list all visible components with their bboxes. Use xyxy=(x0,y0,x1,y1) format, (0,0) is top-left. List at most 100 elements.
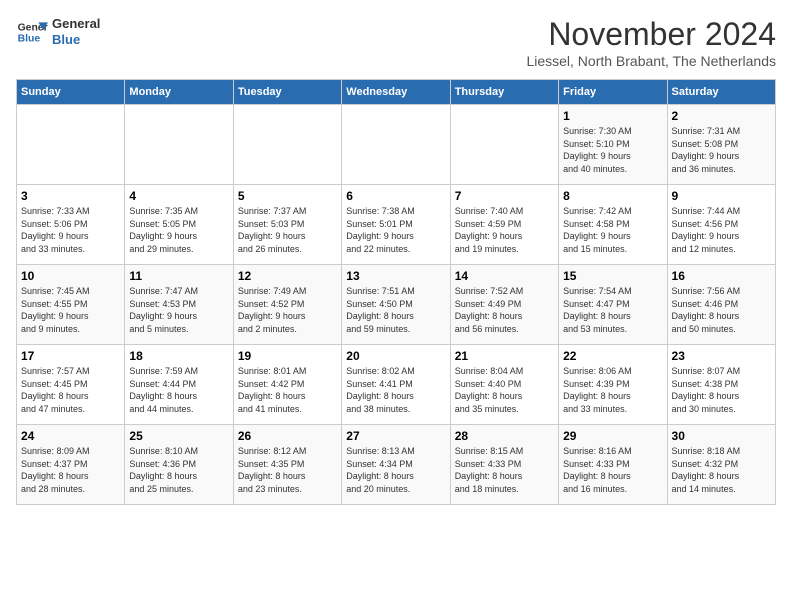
day-number: 8 xyxy=(563,189,662,203)
day-cell: 25 Sunrise: 8:10 AM Sunset: 4:36 PM Dayli… xyxy=(125,425,233,505)
header-sunday: Sunday xyxy=(17,80,125,105)
header-tuesday: Tuesday xyxy=(233,80,341,105)
day-info: Sunrise: 7:40 AM Sunset: 4:59 PM Dayligh… xyxy=(455,205,554,255)
day-number: 21 xyxy=(455,349,554,363)
day-number: 16 xyxy=(672,269,771,283)
day-info: Sunrise: 8:15 AM Sunset: 4:33 PM Dayligh… xyxy=(455,445,554,495)
day-cell: 8 Sunrise: 7:42 AM Sunset: 4:58 PM Daylig… xyxy=(559,185,667,265)
day-cell: 11 Sunrise: 7:47 AM Sunset: 4:53 PM Dayli… xyxy=(125,265,233,345)
day-number: 14 xyxy=(455,269,554,283)
week-row-0: 1 Sunrise: 7:30 AM Sunset: 5:10 PM Daylig… xyxy=(17,105,776,185)
day-info: Sunrise: 7:52 AM Sunset: 4:49 PM Dayligh… xyxy=(455,285,554,335)
day-number: 25 xyxy=(129,429,228,443)
day-info: Sunrise: 7:47 AM Sunset: 4:53 PM Dayligh… xyxy=(129,285,228,335)
day-number: 26 xyxy=(238,429,337,443)
day-number: 5 xyxy=(238,189,337,203)
day-info: Sunrise: 8:01 AM Sunset: 4:42 PM Dayligh… xyxy=(238,365,337,415)
day-info: Sunrise: 8:07 AM Sunset: 4:38 PM Dayligh… xyxy=(672,365,771,415)
day-number: 11 xyxy=(129,269,228,283)
day-info: Sunrise: 7:31 AM Sunset: 5:08 PM Dayligh… xyxy=(672,125,771,175)
day-number: 24 xyxy=(21,429,120,443)
day-info: Sunrise: 7:51 AM Sunset: 4:50 PM Dayligh… xyxy=(346,285,445,335)
day-number: 6 xyxy=(346,189,445,203)
day-number: 12 xyxy=(238,269,337,283)
day-cell: 30 Sunrise: 8:18 AM Sunset: 4:32 PM Dayli… xyxy=(667,425,775,505)
day-cell: 14 Sunrise: 7:52 AM Sunset: 4:49 PM Dayli… xyxy=(450,265,558,345)
day-number: 29 xyxy=(563,429,662,443)
header-wednesday: Wednesday xyxy=(342,80,450,105)
header-saturday: Saturday xyxy=(667,80,775,105)
day-cell xyxy=(17,105,125,185)
day-info: Sunrise: 8:13 AM Sunset: 4:34 PM Dayligh… xyxy=(346,445,445,495)
day-number: 23 xyxy=(672,349,771,363)
day-info: Sunrise: 8:12 AM Sunset: 4:35 PM Dayligh… xyxy=(238,445,337,495)
day-info: Sunrise: 7:49 AM Sunset: 4:52 PM Dayligh… xyxy=(238,285,337,335)
day-info: Sunrise: 7:37 AM Sunset: 5:03 PM Dayligh… xyxy=(238,205,337,255)
day-number: 30 xyxy=(672,429,771,443)
day-info: Sunrise: 7:44 AM Sunset: 4:56 PM Dayligh… xyxy=(672,205,771,255)
week-row-4: 24 Sunrise: 8:09 AM Sunset: 4:37 PM Dayli… xyxy=(17,425,776,505)
day-info: Sunrise: 7:38 AM Sunset: 5:01 PM Dayligh… xyxy=(346,205,445,255)
day-info: Sunrise: 8:04 AM Sunset: 4:40 PM Dayligh… xyxy=(455,365,554,415)
day-number: 3 xyxy=(21,189,120,203)
day-cell: 23 Sunrise: 8:07 AM Sunset: 4:38 PM Dayli… xyxy=(667,345,775,425)
day-cell: 20Sunrise: 8:02 AM Sunset: 4:41 PM Dayli… xyxy=(342,345,450,425)
day-info: Sunrise: 8:09 AM Sunset: 4:37 PM Dayligh… xyxy=(21,445,120,495)
title-area: November 2024 Liessel, North Brabant, Th… xyxy=(526,16,776,69)
day-cell: 1 Sunrise: 7:30 AM Sunset: 5:10 PM Daylig… xyxy=(559,105,667,185)
day-number: 18 xyxy=(129,349,228,363)
day-cell xyxy=(342,105,450,185)
day-number: 10 xyxy=(21,269,120,283)
svg-text:Blue: Blue xyxy=(18,34,41,45)
logo-line2: Blue xyxy=(52,32,100,48)
day-number: 15 xyxy=(563,269,662,283)
day-cell: 22Sunrise: 8:06 AM Sunset: 4:39 PM Dayli… xyxy=(559,345,667,425)
day-number: 7 xyxy=(455,189,554,203)
day-info: Sunrise: 7:54 AM Sunset: 4:47 PM Dayligh… xyxy=(563,285,662,335)
day-cell: 10 Sunrise: 7:45 AM Sunset: 4:55 PM Dayli… xyxy=(17,265,125,345)
day-cell: 26 Sunrise: 8:12 AM Sunset: 4:35 PM Dayli… xyxy=(233,425,341,505)
day-cell xyxy=(450,105,558,185)
day-cell: 15 Sunrise: 7:54 AM Sunset: 4:47 PM Dayli… xyxy=(559,265,667,345)
day-number: 27 xyxy=(346,429,445,443)
day-cell: 5 Sunrise: 7:37 AM Sunset: 5:03 PM Daylig… xyxy=(233,185,341,265)
day-info: Sunrise: 8:06 AM Sunset: 4:39 PM Dayligh… xyxy=(563,365,662,415)
day-cell: 3 Sunrise: 7:33 AM Sunset: 5:06 PM Daylig… xyxy=(17,185,125,265)
day-cell: 2 Sunrise: 7:31 AM Sunset: 5:08 PM Daylig… xyxy=(667,105,775,185)
header: General Blue General Blue November 2024 … xyxy=(16,16,776,69)
day-info: Sunrise: 8:18 AM Sunset: 4:32 PM Dayligh… xyxy=(672,445,771,495)
day-cell xyxy=(125,105,233,185)
day-info: Sunrise: 8:10 AM Sunset: 4:36 PM Dayligh… xyxy=(129,445,228,495)
week-row-2: 10 Sunrise: 7:45 AM Sunset: 4:55 PM Dayli… xyxy=(17,265,776,345)
week-row-3: 17Sunrise: 7:57 AM Sunset: 4:45 PM Dayli… xyxy=(17,345,776,425)
logo-line1: General xyxy=(52,16,100,32)
day-number: 28 xyxy=(455,429,554,443)
header-thursday: Thursday xyxy=(450,80,558,105)
day-info: Sunrise: 7:42 AM Sunset: 4:58 PM Dayligh… xyxy=(563,205,662,255)
day-cell: 7 Sunrise: 7:40 AM Sunset: 4:59 PM Daylig… xyxy=(450,185,558,265)
header-row: SundayMondayTuesdayWednesdayThursdayFrid… xyxy=(17,80,776,105)
day-info: Sunrise: 7:30 AM Sunset: 5:10 PM Dayligh… xyxy=(563,125,662,175)
day-number: 4 xyxy=(129,189,228,203)
day-cell: 21 Sunrise: 8:04 AM Sunset: 4:40 PM Dayli… xyxy=(450,345,558,425)
day-info: Sunrise: 7:56 AM Sunset: 4:46 PM Dayligh… xyxy=(672,285,771,335)
month-title: November 2024 xyxy=(526,16,776,53)
day-info: Sunrise: 8:16 AM Sunset: 4:33 PM Dayligh… xyxy=(563,445,662,495)
day-cell xyxy=(233,105,341,185)
day-cell: 6 Sunrise: 7:38 AM Sunset: 5:01 PM Daylig… xyxy=(342,185,450,265)
logo-icon: General Blue xyxy=(16,16,48,48)
day-info: Sunrise: 8:02 AM Sunset: 4:41 PM Dayligh… xyxy=(346,365,445,415)
day-info: Sunrise: 7:33 AM Sunset: 5:06 PM Dayligh… xyxy=(21,205,120,255)
day-cell: 17Sunrise: 7:57 AM Sunset: 4:45 PM Dayli… xyxy=(17,345,125,425)
day-cell: 29 Sunrise: 8:16 AM Sunset: 4:33 PM Dayli… xyxy=(559,425,667,505)
calendar-table: SundayMondayTuesdayWednesdayThursdayFrid… xyxy=(16,79,776,505)
day-number: 1 xyxy=(563,109,662,123)
day-cell: 13 Sunrise: 7:51 AM Sunset: 4:50 PM Dayli… xyxy=(342,265,450,345)
day-number: 19 xyxy=(238,349,337,363)
day-number: 2 xyxy=(672,109,771,123)
day-info: Sunrise: 7:45 AM Sunset: 4:55 PM Dayligh… xyxy=(21,285,120,335)
day-cell: 16 Sunrise: 7:56 AM Sunset: 4:46 PM Dayli… xyxy=(667,265,775,345)
day-number: 13 xyxy=(346,269,445,283)
day-cell: 24 Sunrise: 8:09 AM Sunset: 4:37 PM Dayli… xyxy=(17,425,125,505)
logo: General Blue General Blue xyxy=(16,16,100,48)
